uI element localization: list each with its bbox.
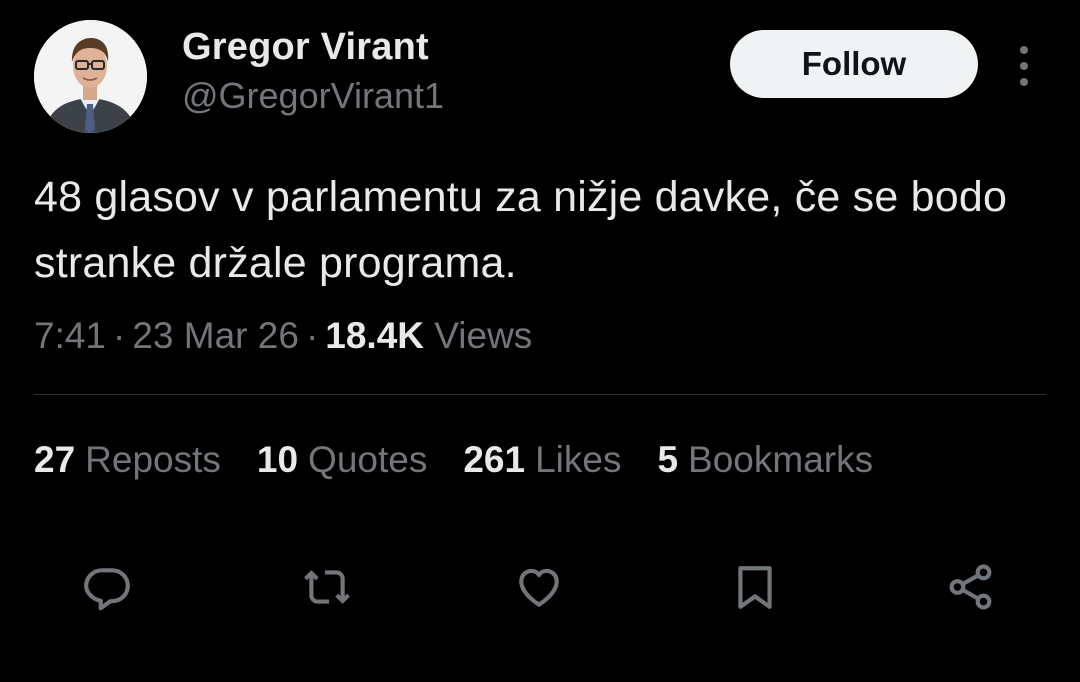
bookmarks-count: 5 bbox=[657, 439, 679, 480]
bookmarks-label: Bookmarks bbox=[688, 439, 874, 480]
divider bbox=[34, 394, 1046, 395]
likes-label: Likes bbox=[535, 439, 622, 480]
follow-button[interactable]: Follow bbox=[730, 30, 978, 98]
meta-separator: · bbox=[113, 315, 126, 356]
bookmarks-stat[interactable]: 5 Bookmarks bbox=[657, 438, 873, 482]
reposts-stat[interactable]: 27 Reposts bbox=[34, 438, 221, 482]
tweet-text: 48 glasov v parlamentu za nižje davke, č… bbox=[34, 173, 1008, 287]
reposts-label: Reposts bbox=[85, 439, 221, 480]
share-button[interactable] bbox=[946, 562, 996, 612]
quotes-count: 10 bbox=[256, 439, 299, 480]
views-label: Views bbox=[434, 315, 533, 356]
share-icon bbox=[949, 564, 992, 610]
tweet-date[interactable]: 23 Mar 26 bbox=[132, 315, 299, 356]
bookmark-button[interactable] bbox=[730, 562, 780, 612]
quotes-label: Quotes bbox=[308, 439, 428, 480]
more-dot bbox=[1020, 78, 1028, 86]
engagement-stats: 27 Reposts 10 Quotes 261 Likes 5 Bookmarks bbox=[34, 438, 909, 482]
author-display-name[interactable]: Gregor Virant bbox=[182, 24, 429, 70]
author-handle[interactable]: @GregorVirant1 bbox=[182, 74, 444, 118]
tweet-meta: 7:41 · 23 Mar 26 · 18.4K Views bbox=[34, 314, 532, 358]
reposts-count: 27 bbox=[34, 439, 76, 480]
more-dot bbox=[1020, 62, 1028, 70]
avatar[interactable] bbox=[34, 20, 147, 133]
profile-photo bbox=[34, 20, 147, 133]
likes-count: 261 bbox=[463, 439, 526, 480]
reply-icon bbox=[84, 568, 130, 611]
tweet-time[interactable]: 7:41 bbox=[34, 315, 106, 356]
likes-stat[interactable]: 261 Likes bbox=[463, 438, 621, 482]
repost-button[interactable] bbox=[302, 562, 352, 612]
views-count: 18.4K bbox=[325, 315, 424, 356]
more-options-icon[interactable] bbox=[1006, 44, 1042, 88]
bookmark-icon bbox=[738, 566, 772, 609]
tweet-detail: Gregor Virant @GregorVirant1 Follow 48 g… bbox=[0, 0, 1080, 682]
like-button[interactable] bbox=[514, 562, 564, 612]
meta-separator: · bbox=[305, 315, 319, 356]
quotes-stat[interactable]: 10 Quotes bbox=[257, 438, 427, 482]
repost-icon bbox=[304, 570, 350, 604]
reply-button[interactable] bbox=[82, 562, 132, 612]
more-dot bbox=[1020, 46, 1028, 54]
heart-icon bbox=[519, 568, 559, 607]
